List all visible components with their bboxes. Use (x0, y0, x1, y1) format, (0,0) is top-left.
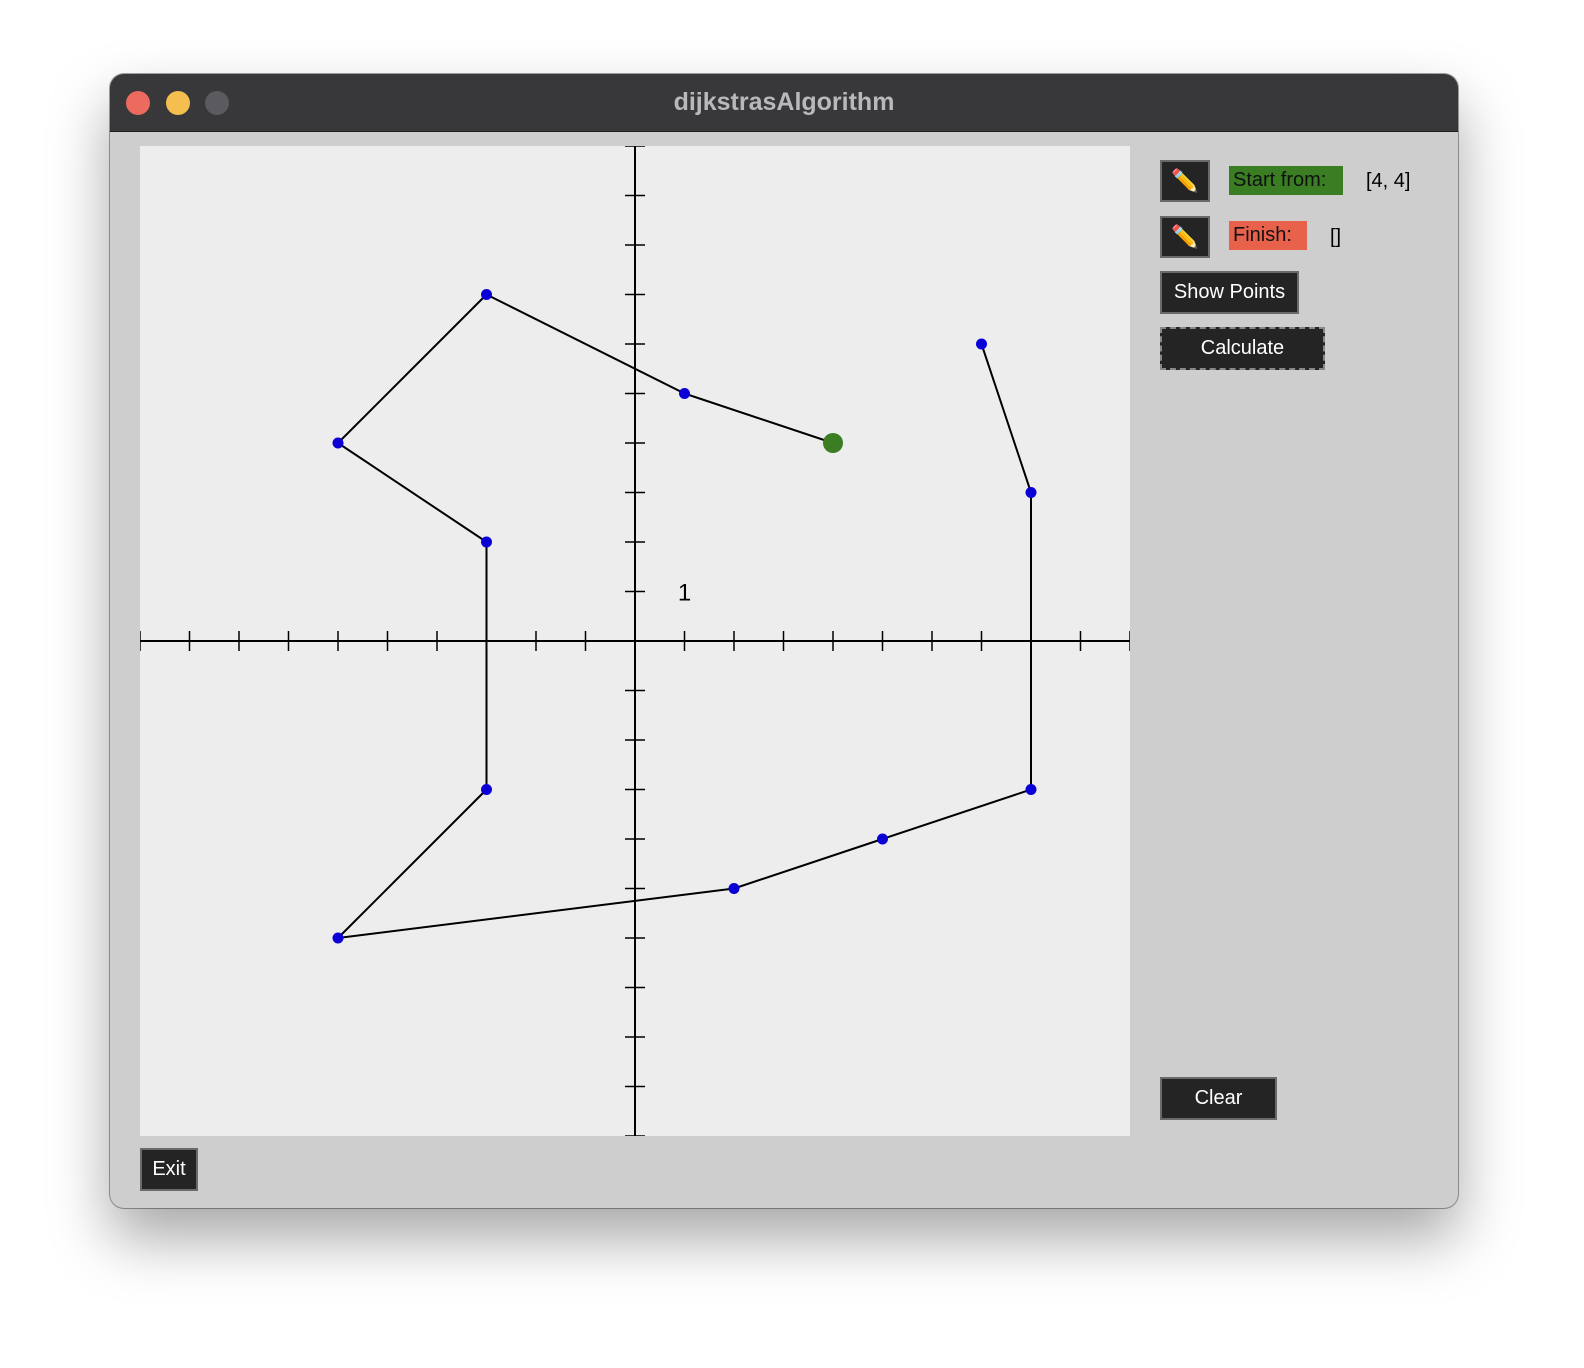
graph-point (481, 784, 492, 795)
graph-point (877, 833, 888, 845)
graph-edge (337, 293, 488, 444)
title-bar: dijkstrasAlgorithm (110, 74, 1458, 132)
start-from-label: Start from: (1229, 166, 1343, 195)
pencil-icon: ✏️ (1171, 224, 1199, 249)
pencil-icon: ✏️ (1171, 168, 1199, 193)
edit-finish-button[interactable]: ✏️ (1160, 216, 1210, 258)
graph-point (976, 338, 987, 350)
graph-edge (684, 392, 834, 444)
graph-edge (337, 887, 735, 939)
axis-unit-label: 1 (678, 580, 691, 607)
graph-edge (733, 838, 883, 890)
graph-point (332, 932, 344, 944)
start-value: [4, 4] (1366, 170, 1411, 192)
graph-edge (486, 293, 685, 395)
show-points-button[interactable]: Show Points (1160, 271, 1299, 314)
clear-button[interactable]: Clear (1160, 1077, 1277, 1120)
start-point (823, 433, 843, 453)
exit-button[interactable]: Exit (140, 1148, 198, 1191)
window-title: dijkstrasAlgorithm (673, 88, 895, 116)
graph-point (1025, 487, 1037, 498)
graph-edge (337, 442, 488, 543)
edit-start-button[interactable]: ✏️ (1160, 160, 1210, 202)
graph-edge (337, 788, 488, 939)
graph-edge (980, 343, 1032, 493)
graph-point (481, 536, 492, 548)
graph-plot[interactable]: 1 (140, 146, 1130, 1136)
app-window: dijkstrasAlgorithm 1 ✏️ Start from: [4, … (110, 74, 1458, 1208)
graph-canvas[interactable]: 1 (140, 146, 1130, 1136)
graph-edge (882, 788, 1032, 840)
graph-point (332, 437, 344, 449)
finish-label: Finish: (1229, 221, 1307, 250)
calculate-button[interactable]: Calculate (1160, 327, 1325, 370)
graph-point (728, 883, 740, 894)
finish-value: [] (1330, 226, 1342, 248)
graph-point (679, 388, 690, 399)
graph-point (481, 289, 492, 300)
graph-point (1025, 784, 1037, 795)
